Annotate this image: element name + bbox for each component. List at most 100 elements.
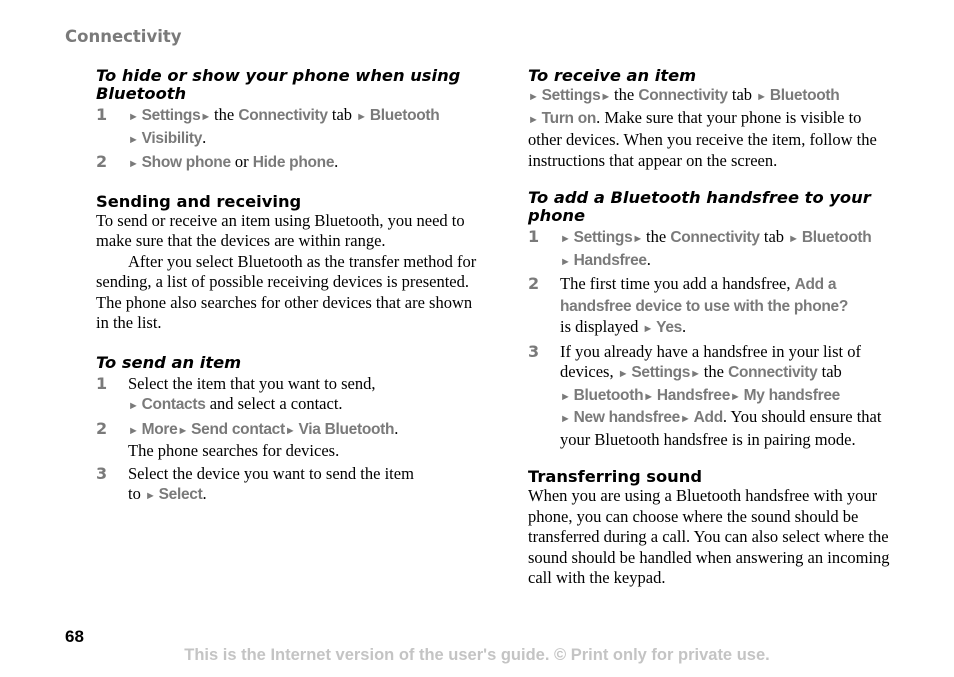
arrow-icon: ► [128, 158, 142, 170]
body-text: the [214, 105, 239, 124]
sending-paragraph-2: After you select Bluetooth as the transf… [96, 251, 477, 333]
step-number: 3 [96, 463, 108, 483]
body-text: the [703, 362, 729, 381]
arrow-icon: ► [177, 424, 192, 437]
left-column: To hide or show your phone when using Bl… [96, 67, 481, 507]
heading-hide-show-phone: To hide or show your phone when using Bl… [96, 66, 461, 103]
body-text: . [681, 317, 687, 336]
send-item-steps: 1 Select the item that you want to send, … [96, 374, 481, 507]
arrow-icon: ► [756, 91, 770, 103]
menu-term: Show phone [141, 154, 231, 171]
body-text: and select a contact. [205, 394, 343, 413]
step-item: 3 If you already have a handsfree in your… [528, 342, 898, 451]
menu-term: Bluetooth [801, 229, 872, 246]
menu-term: Bluetooth [369, 107, 440, 124]
hide-show-steps: 1 ► Settings► the Connectivity tab ► Blue… [96, 105, 481, 175]
body-text: . [334, 152, 339, 171]
arrow-icon: ► [632, 233, 647, 245]
step-item: 2 ► Show phone or Hide phone. [96, 152, 481, 175]
step-number: 2 [96, 152, 108, 171]
body-text: . [646, 249, 651, 269]
menu-term: Select [158, 486, 203, 503]
right-column: To receive an item ► Settings► the Conne… [528, 67, 898, 589]
menu-term: Settings [541, 87, 601, 104]
step-item: 2 ► More► Send contact► Via Bluetooth. The… [96, 419, 481, 462]
menu-term: Turn on [541, 109, 597, 127]
arrow-icon: ► [144, 490, 159, 502]
body-text: tab [759, 227, 789, 246]
transfer-paragraph: When you are using a Bluetooth handsfree… [528, 486, 890, 587]
menu-term: Connectivity [238, 107, 328, 124]
arrow-icon: ► [528, 113, 542, 126]
heading-sending-receiving: Sending and receiving [96, 191, 302, 211]
step-item: 1 Select the item that you want to send, … [96, 374, 481, 417]
menu-term: Settings [141, 107, 201, 124]
menu-term: Settings [573, 229, 633, 246]
menu-term: Via Bluetooth [298, 420, 395, 438]
menu-term: Yes [656, 319, 682, 336]
body-text: tab [327, 105, 357, 124]
step-number: 1 [96, 105, 108, 124]
arrow-icon: ► [128, 133, 142, 146]
menu-term: Hide phone [252, 154, 335, 171]
menu-term: New handsfree [573, 409, 681, 426]
body-text: or [230, 152, 253, 171]
body-text: Select the item that you want to send, [128, 373, 376, 393]
body-text: tab [727, 85, 757, 104]
step-number: 2 [528, 274, 540, 293]
body-text: Select the device you want to send the i… [128, 463, 414, 483]
menu-term: Bluetooth [573, 386, 644, 404]
arrow-icon: ► [560, 413, 574, 425]
body-text: The phone searches for devices. [128, 441, 340, 460]
arrow-icon: ► [128, 400, 142, 412]
arrow-icon: ► [200, 111, 215, 123]
arrow-icon: ► [690, 368, 704, 380]
body-text: is displayed [560, 317, 643, 336]
page-number: 68 [65, 627, 84, 646]
menu-term: Connectivity [638, 87, 728, 104]
menu-term: Bluetooth [769, 87, 840, 104]
menu-term: My handsfree [743, 386, 841, 404]
step-item: 3 Select the device you want to send the … [96, 464, 481, 507]
arrow-icon: ► [560, 255, 574, 268]
body-text: The first time you add a handsfree, [560, 274, 795, 293]
menu-term: Connectivity [728, 364, 818, 381]
menu-term: Visibility [141, 129, 203, 147]
step-item: 1 ► Settings► the Connectivity tab ► Blue… [96, 105, 481, 150]
menu-term: Connectivity [670, 229, 760, 246]
menu-term: Handsfree [573, 251, 647, 269]
body-text: to [128, 484, 145, 503]
handsfree-steps: 1 ► Settings► the Connectivity tab ► Blue… [528, 227, 898, 450]
step-number: 1 [96, 373, 108, 393]
arrow-icon: ► [128, 111, 142, 123]
body-text: the [614, 85, 639, 104]
arrow-icon: ► [356, 111, 370, 123]
arrow-icon: ► [680, 413, 694, 425]
menu-term: Contacts [141, 396, 206, 413]
menu-term: Send contact [191, 420, 285, 438]
footer-notice: This is the Internet version of the user… [184, 646, 770, 664]
body-text: . [202, 127, 207, 147]
arrow-icon: ► [617, 368, 632, 380]
menu-term: More [141, 420, 178, 438]
body-text: tab [817, 362, 842, 381]
heading-transferring-sound: Transferring sound [528, 467, 703, 486]
step-number: 2 [96, 418, 108, 438]
arrow-icon: ► [528, 91, 542, 103]
menu-term: Settings [631, 364, 691, 381]
arrow-icon: ► [642, 323, 657, 335]
arrow-icon: ► [560, 390, 574, 403]
menu-term: Handsfree [656, 386, 731, 404]
arrow-icon: ► [560, 233, 574, 245]
step-number: 1 [528, 227, 540, 246]
heading-add-handsfree: To add a Bluetooth handsfree to your pho… [528, 188, 871, 225]
step-item: 2 The first time you add a handsfree, Add… [528, 274, 898, 340]
heading-send-item: To send an item [96, 352, 242, 372]
arrow-icon: ► [600, 91, 615, 103]
body-text: . [202, 484, 207, 503]
menu-term: Add [693, 409, 724, 426]
arrow-icon: ► [284, 424, 299, 437]
receive-paragraph: ► Settings► the Connectivity tab ► Bluet… [528, 85, 898, 171]
arrow-icon: ► [128, 424, 142, 437]
arrow-icon: ► [788, 233, 802, 245]
